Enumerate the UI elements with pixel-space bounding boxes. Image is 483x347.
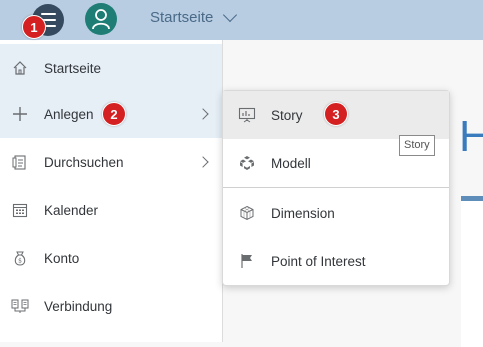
sidebar-item-verbindung[interactable]: Verbindung <box>0 282 222 330</box>
chevron-right-icon <box>197 156 209 168</box>
page-title-dropdown[interactable]: Startseite <box>150 7 238 26</box>
plus-icon <box>11 105 29 123</box>
sidebar-item-startseite[interactable]: Startseite <box>0 44 222 92</box>
sidebar-item-label: Kalender <box>44 202 99 218</box>
connection-icon <box>11 297 29 315</box>
flag-icon <box>238 252 256 270</box>
calendar-icon <box>11 201 29 219</box>
sidebar-item-konto[interactable]: $ Konto <box>0 234 222 282</box>
home-icon <box>11 59 29 77</box>
page-heading: H <box>459 112 483 161</box>
money-bag-icon: $ <box>11 249 29 267</box>
sidebar-item-kalender[interactable]: Kalender <box>0 186 222 234</box>
shell-bar: Startseite <box>0 0 483 40</box>
step-badge-3: 3 <box>324 102 348 126</box>
submenu-item-label: Dimension <box>271 205 335 221</box>
content-card <box>461 196 483 347</box>
submenu-item-dimension[interactable]: Dimension <box>223 189 449 237</box>
sidebar-item-label: Anlegen <box>44 106 94 122</box>
sidebar-item-label: Startseite <box>44 60 102 76</box>
dimension-cube-icon <box>238 204 256 222</box>
sidebar-item-label: Verbindung <box>44 298 113 314</box>
submenu-item-label: Modell <box>271 155 311 171</box>
submenu-item-label: Story <box>271 107 303 123</box>
story-tooltip: Story <box>399 135 435 156</box>
submenu-item-point-of-interest[interactable]: Point of Interest <box>223 237 449 285</box>
side-navigation: Startseite Anlegen Durchsuchen Kalender … <box>0 40 223 342</box>
user-avatar-icon[interactable] <box>85 3 117 35</box>
step-badge-1: 1 <box>22 15 46 39</box>
sidebar-item-label: Durchsuchen <box>44 154 124 170</box>
cubes-icon <box>238 154 256 172</box>
chevron-down-icon <box>223 7 238 23</box>
sidebar-item-label: Konto <box>44 250 80 266</box>
step-badge-2: 2 <box>102 102 126 126</box>
submenu-item-label: Point of Interest <box>271 253 366 269</box>
svg-text:$: $ <box>18 258 22 265</box>
chevron-right-icon <box>197 108 209 120</box>
page-title: Startseite <box>150 9 214 26</box>
browse-icon <box>11 153 29 171</box>
presentation-icon <box>238 106 256 124</box>
sidebar-item-durchsuchen[interactable]: Durchsuchen <box>0 138 222 186</box>
menu-separator <box>223 187 449 188</box>
